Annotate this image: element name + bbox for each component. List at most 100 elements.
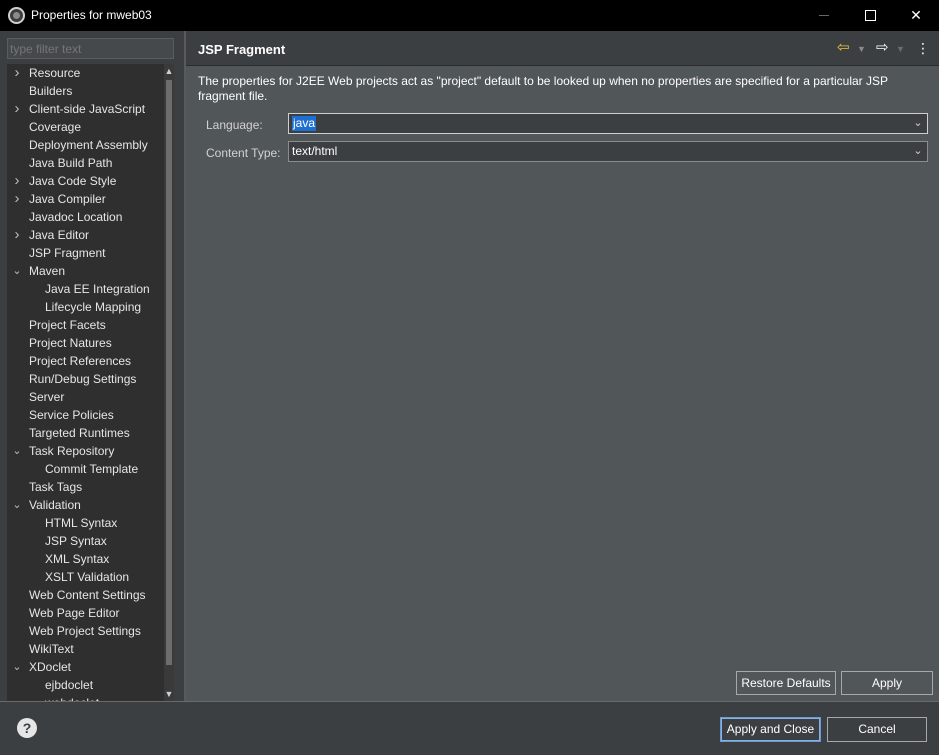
content-type-value: text/html	[292, 144, 338, 158]
page-header: JSP Fragment ⇦ ▼ ⇨ ▼ ⋮	[186, 31, 939, 66]
tree-item[interactable]: webdoclet	[7, 694, 157, 701]
tree-item[interactable]: Web Page Editor	[7, 604, 157, 622]
tree-item[interactable]: Project References	[7, 352, 157, 370]
tree-item-label: Coverage	[29, 120, 82, 134]
tree-item-label: WikiText	[29, 642, 74, 656]
tree-item-label: Web Project Settings	[29, 624, 141, 638]
sidebar: › Resource Builders › Client-side JavaScript…	[0, 31, 184, 701]
chevron-down-icon[interactable]: ⌄	[11, 262, 23, 280]
tree-item-label: Web Content Settings	[29, 588, 146, 602]
tree-item-label: Deployment Assembly	[29, 138, 148, 152]
tree-scrollbar[interactable]: ▲ ▼	[164, 64, 174, 701]
tree-item[interactable]: Java EE Integration	[7, 280, 157, 298]
tree-item[interactable]: › Resource	[7, 64, 157, 82]
forward-arrow-icon[interactable]: ⇨	[876, 39, 889, 57]
filter-input[interactable]	[7, 38, 174, 59]
content-type-combo[interactable]: text/html ⌄	[288, 141, 928, 162]
language-value: java	[292, 116, 317, 131]
tree-item-label: ejbdoclet	[45, 678, 94, 692]
tree-item-label: Service Policies	[29, 408, 114, 422]
apply-and-close-button[interactable]: Apply and Close	[720, 717, 821, 742]
title-bar: Properties for mweb03 ✕	[0, 0, 939, 31]
tree-item[interactable]: Commit Template	[7, 460, 157, 478]
chevron-right-icon[interactable]: ›	[11, 172, 23, 190]
tree-item-label: Task Tags	[29, 480, 83, 494]
language-label: Language:	[206, 118, 263, 132]
tree-item-label: Lifecycle Mapping	[45, 300, 142, 314]
tree-item-label: Task Repository	[29, 444, 115, 458]
scroll-up-icon[interactable]: ▲	[164, 64, 174, 78]
scroll-down-icon[interactable]: ▼	[164, 687, 174, 701]
tree-item[interactable]: XSLT Validation	[7, 568, 157, 586]
maximize-button[interactable]	[847, 0, 893, 31]
chevron-down-icon[interactable]: ⌄	[11, 442, 23, 460]
chevron-down-icon[interactable]: ⌄	[11, 496, 23, 514]
tree-item[interactable]: Javadoc Location	[7, 208, 157, 226]
tree-item-label: Server	[29, 390, 65, 404]
tree-item[interactable]: › Java Compiler	[7, 190, 157, 208]
tree-item[interactable]: ⌄ Task Repository	[7, 442, 157, 460]
tree-item[interactable]: WikiText	[7, 640, 157, 658]
chevron-right-icon[interactable]: ›	[11, 100, 23, 118]
tree-item-label: Validation	[29, 498, 81, 512]
tree-item[interactable]: ⌄ Maven	[7, 262, 157, 280]
chevron-down-icon[interactable]: ⌄	[909, 142, 927, 161]
tree-items: › Resource Builders › Client-side JavaScript…	[7, 64, 157, 701]
tree-item[interactable]: Run/Debug Settings	[7, 370, 157, 388]
tree-item[interactable]: JSP Syntax	[7, 532, 157, 550]
chevron-right-icon[interactable]: ›	[11, 226, 23, 244]
tree-item[interactable]: ejbdoclet	[7, 676, 157, 694]
back-arrow-icon[interactable]: ⇦	[837, 39, 850, 57]
tree-item[interactable]: Task Tags	[7, 478, 157, 496]
tree-item[interactable]: Service Policies	[7, 406, 157, 424]
tree-item-label: Java Build Path	[29, 156, 113, 170]
tree-item-label: Javadoc Location	[29, 210, 123, 224]
scrollbar-thumb[interactable]	[166, 80, 172, 665]
tree-item[interactable]: HTML Syntax	[7, 514, 157, 532]
chevron-right-icon[interactable]: ›	[11, 190, 23, 208]
tree-item-label: Targeted Runtimes	[29, 426, 130, 440]
tree-item[interactable]: Server	[7, 388, 157, 406]
tree-item-label: Project Facets	[29, 318, 106, 332]
tree-item[interactable]: Project Natures	[7, 334, 157, 352]
tree-item[interactable]: XML Syntax	[7, 550, 157, 568]
back-dropdown-icon[interactable]: ▼	[857, 40, 866, 58]
minimize-button[interactable]	[801, 0, 847, 31]
tree-item[interactable]: › Java Code Style	[7, 172, 157, 190]
help-icon[interactable]: ?	[17, 718, 37, 738]
restore-defaults-button[interactable]: Restore Defaults	[736, 671, 836, 695]
chevron-right-icon[interactable]: ›	[11, 64, 23, 82]
chevron-down-icon[interactable]: ⌄	[11, 658, 23, 676]
language-combo[interactable]: java ⌄	[288, 113, 928, 134]
tree-item[interactable]: ⌄ XDoclet	[7, 658, 157, 676]
tree-item-label: JSP Fragment	[29, 246, 106, 260]
tree-item[interactable]: JSP Fragment	[7, 244, 157, 262]
tree-item-label: Java Code Style	[29, 174, 117, 188]
tree-item[interactable]: ⌄ Validation	[7, 496, 157, 514]
tree-item[interactable]: Java Build Path	[7, 154, 157, 172]
tree-item[interactable]: Deployment Assembly	[7, 136, 157, 154]
tree-item[interactable]: Coverage	[7, 118, 157, 136]
tree-item-label: XSLT Validation	[45, 570, 130, 584]
tree-item[interactable]: › Client-side JavaScript	[7, 100, 157, 118]
tree-item[interactable]: Lifecycle Mapping	[7, 298, 157, 316]
tree-item[interactable]: Targeted Runtimes	[7, 424, 157, 442]
tree-item[interactable]: Web Content Settings	[7, 586, 157, 604]
property-page: JSP Fragment ⇦ ▼ ⇨ ▼ ⋮ The properties fo…	[186, 31, 939, 701]
tree-item-label: HTML Syntax	[45, 516, 118, 530]
tree-item-label: Java Editor	[29, 228, 90, 242]
tree-item-label: Java Compiler	[29, 192, 106, 206]
tree-item[interactable]: › Java Editor	[7, 226, 157, 244]
window-title: Properties for mweb03	[31, 8, 152, 22]
close-button[interactable]: ✕	[893, 0, 939, 31]
tree-item[interactable]: Web Project Settings	[7, 622, 157, 640]
forward-dropdown-icon[interactable]: ▼	[896, 40, 905, 58]
cancel-button[interactable]: Cancel	[827, 717, 927, 742]
chevron-down-icon[interactable]: ⌄	[909, 114, 927, 133]
tree-item-label: XDoclet	[29, 660, 72, 674]
apply-button[interactable]: Apply	[841, 671, 933, 695]
content-type-label: Content Type:	[206, 146, 281, 160]
tree-item[interactable]: Project Facets	[7, 316, 157, 334]
view-menu-icon[interactable]: ⋮	[916, 39, 930, 57]
tree-item[interactable]: Builders	[7, 82, 157, 100]
